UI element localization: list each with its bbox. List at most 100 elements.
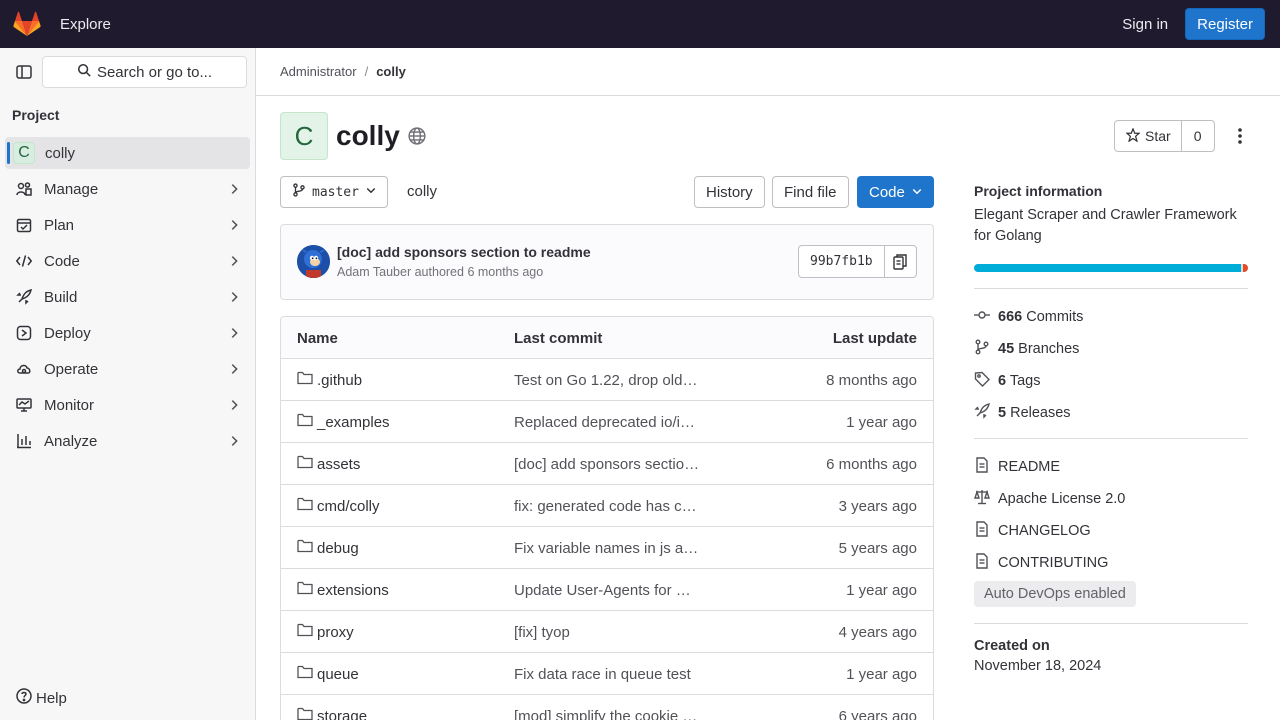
file-name-link[interactable]: proxy bbox=[297, 623, 354, 641]
commit-message-link[interactable]: [mod] simplify the cookie storage bbox=[514, 708, 700, 720]
sidebar-item-manage[interactable]: Manage bbox=[0, 171, 255, 207]
project-link[interactable]: Apache License 2.0 bbox=[974, 483, 1248, 515]
commit-meta: Adam Tauber authored 6 months ago bbox=[337, 265, 543, 279]
sidebar-item-plan[interactable]: Plan bbox=[0, 207, 255, 243]
column-header-last-update: Last update bbox=[832, 330, 917, 347]
last-commit-panel: [doc] add sponsors section to readme Ada… bbox=[280, 224, 934, 300]
chevron-right-icon bbox=[227, 218, 241, 235]
sidebar-item-code[interactable]: Code bbox=[0, 243, 255, 279]
stat-commits-link[interactable]: 666 Commits bbox=[974, 301, 1248, 333]
folder-icon bbox=[297, 371, 313, 389]
table-row[interactable]: assets [doc] add sponsors section to read… bbox=[281, 443, 933, 485]
star-label: Star bbox=[1145, 128, 1171, 144]
chevron-right-icon bbox=[227, 182, 241, 199]
stat-count: 5 bbox=[998, 405, 1007, 421]
table-row[interactable]: queue Fix data race in queue test 1 year a… bbox=[281, 653, 933, 695]
sidebar-item-project[interactable]: C colly bbox=[5, 137, 250, 169]
file-tree-table: Name Last commit Last update .github Test… bbox=[280, 316, 934, 720]
table-row[interactable]: _examples Replaced deprecated io/ioutil 1 … bbox=[281, 401, 933, 443]
sidebar-item-deploy[interactable]: Deploy bbox=[0, 315, 255, 351]
file-name-link[interactable]: assets bbox=[297, 455, 360, 473]
sidebar-item-analyze[interactable]: Analyze bbox=[0, 423, 255, 459]
commit-title-link[interactable]: [doc] add sponsors section to readme bbox=[337, 244, 591, 260]
project-link[interactable]: README bbox=[974, 451, 1248, 483]
last-update: 3 years ago bbox=[838, 498, 917, 515]
history-button[interactable]: History bbox=[694, 176, 765, 208]
page-title: colly bbox=[336, 120, 400, 151]
folder-icon bbox=[297, 623, 313, 641]
folder-icon bbox=[297, 455, 313, 473]
sidebar-item-operate[interactable]: Operate bbox=[0, 351, 255, 387]
commit-sha-link[interactable]: 99b7fb1b bbox=[799, 246, 885, 277]
calendar-icon bbox=[16, 217, 32, 233]
last-update: 1 year ago bbox=[846, 582, 917, 599]
avatar[interactable] bbox=[297, 245, 330, 278]
find-file-button[interactable]: Find file bbox=[772, 176, 849, 208]
file-name-link[interactable]: queue bbox=[297, 665, 359, 683]
repo-path-link[interactable]: colly bbox=[407, 183, 437, 200]
file-name-link[interactable]: extensions bbox=[297, 581, 389, 599]
commit-message-link[interactable]: Test on Go 1.22, drop old Go versions bbox=[514, 372, 700, 389]
project-link-label: CONTRIBUTING bbox=[998, 555, 1109, 571]
star-count[interactable]: 0 bbox=[1182, 121, 1214, 151]
deploy-icon bbox=[16, 325, 32, 341]
column-header-name: Name bbox=[297, 330, 338, 347]
breadcrumb-parent-link[interactable]: Administrator bbox=[280, 64, 357, 79]
commit-message-link[interactable]: Fix variable names in js and go files bbox=[514, 540, 700, 557]
branch-icon bbox=[974, 339, 990, 359]
stat-branches-link[interactable]: 45 Branches bbox=[974, 333, 1248, 365]
commit-message-link[interactable]: [fix] tyop bbox=[514, 624, 700, 641]
explore-link[interactable]: Explore bbox=[60, 16, 111, 33]
code-label: Code bbox=[869, 183, 905, 201]
sign-in-link[interactable]: Sign in bbox=[1122, 16, 1168, 33]
branch-selector[interactable]: master bbox=[280, 176, 388, 208]
table-row[interactable]: cmd/colly fix: generated code has compile… bbox=[281, 485, 933, 527]
file-name-link[interactable]: .github bbox=[297, 371, 362, 389]
breadcrumb-current-link[interactable]: colly bbox=[376, 64, 406, 79]
table-row[interactable]: proxy [fix] tyop 4 years ago bbox=[281, 611, 933, 653]
last-update: 5 years ago bbox=[838, 540, 917, 557]
sidebar-item-build[interactable]: Build bbox=[0, 279, 255, 315]
commit-message-link[interactable]: Fix data race in queue test bbox=[514, 666, 700, 683]
copy-icon[interactable] bbox=[885, 246, 916, 277]
auto-devops-badge[interactable]: Auto DevOps enabled bbox=[974, 581, 1136, 607]
language-bar[interactable] bbox=[974, 264, 1248, 272]
table-row[interactable]: debug Fix variable names in js and go fil… bbox=[281, 527, 933, 569]
more-actions-icon[interactable] bbox=[1228, 124, 1252, 148]
gitlab-logo-icon[interactable] bbox=[13, 10, 41, 38]
table-row[interactable]: extensions Update User-Agents for more br… bbox=[281, 569, 933, 611]
stat-label: Releases bbox=[1010, 405, 1071, 421]
project-link-label: Apache License 2.0 bbox=[998, 491, 1126, 507]
register-button[interactable]: Register bbox=[1185, 8, 1265, 40]
project-link[interactable]: CHANGELOG bbox=[974, 515, 1248, 547]
chevron-right-icon bbox=[227, 434, 241, 451]
commit-message-link[interactable]: Update User-Agents for more browsers bbox=[514, 582, 700, 599]
stat-tags-link[interactable]: 6 Tags bbox=[974, 365, 1248, 397]
sidebar-item-monitor[interactable]: Monitor bbox=[0, 387, 255, 423]
file-name-link[interactable]: cmd/colly bbox=[297, 497, 380, 515]
commit-message-link[interactable]: [doc] add sponsors section to readme bbox=[514, 456, 700, 473]
code-dropdown-button[interactable]: Code bbox=[857, 176, 934, 208]
sidebar-toggle-icon[interactable] bbox=[14, 62, 34, 82]
file-name: proxy bbox=[317, 623, 354, 641]
table-row[interactable]: .github Test on Go 1.22, drop old Go vers… bbox=[281, 359, 933, 401]
breadcrumb: Administrator / colly bbox=[256, 48, 1280, 96]
file-name: .github bbox=[317, 371, 363, 389]
help-button[interactable]: Help bbox=[16, 688, 67, 708]
commit-author-link[interactable]: Adam Tauber bbox=[337, 265, 411, 279]
sidebar-item-label: Deploy bbox=[44, 324, 91, 342]
commit-message-link[interactable]: Replaced deprecated io/ioutil bbox=[514, 414, 700, 431]
stat-releases-link[interactable]: 5 Releases bbox=[974, 397, 1248, 429]
search-button[interactable]: Search or go to... bbox=[42, 56, 247, 88]
project-link[interactable]: CONTRIBUTING bbox=[974, 547, 1248, 579]
table-row[interactable]: storage [mod] simplify the cookie storage… bbox=[281, 695, 933, 720]
file-name-link[interactable]: debug bbox=[297, 539, 359, 557]
star-button[interactable]: Star bbox=[1115, 121, 1182, 151]
project-info-panel: Project information Elegant Scraper and … bbox=[974, 183, 1248, 674]
commit-message-link[interactable]: fix: generated code has compile errors bbox=[514, 498, 700, 515]
created-on-date: November 18, 2024 bbox=[974, 658, 1102, 674]
file-name-link[interactable]: _examples bbox=[297, 413, 390, 431]
stat-label: Commits bbox=[1026, 309, 1084, 325]
file-name-link[interactable]: storage bbox=[297, 707, 367, 720]
folder-icon bbox=[297, 413, 313, 431]
